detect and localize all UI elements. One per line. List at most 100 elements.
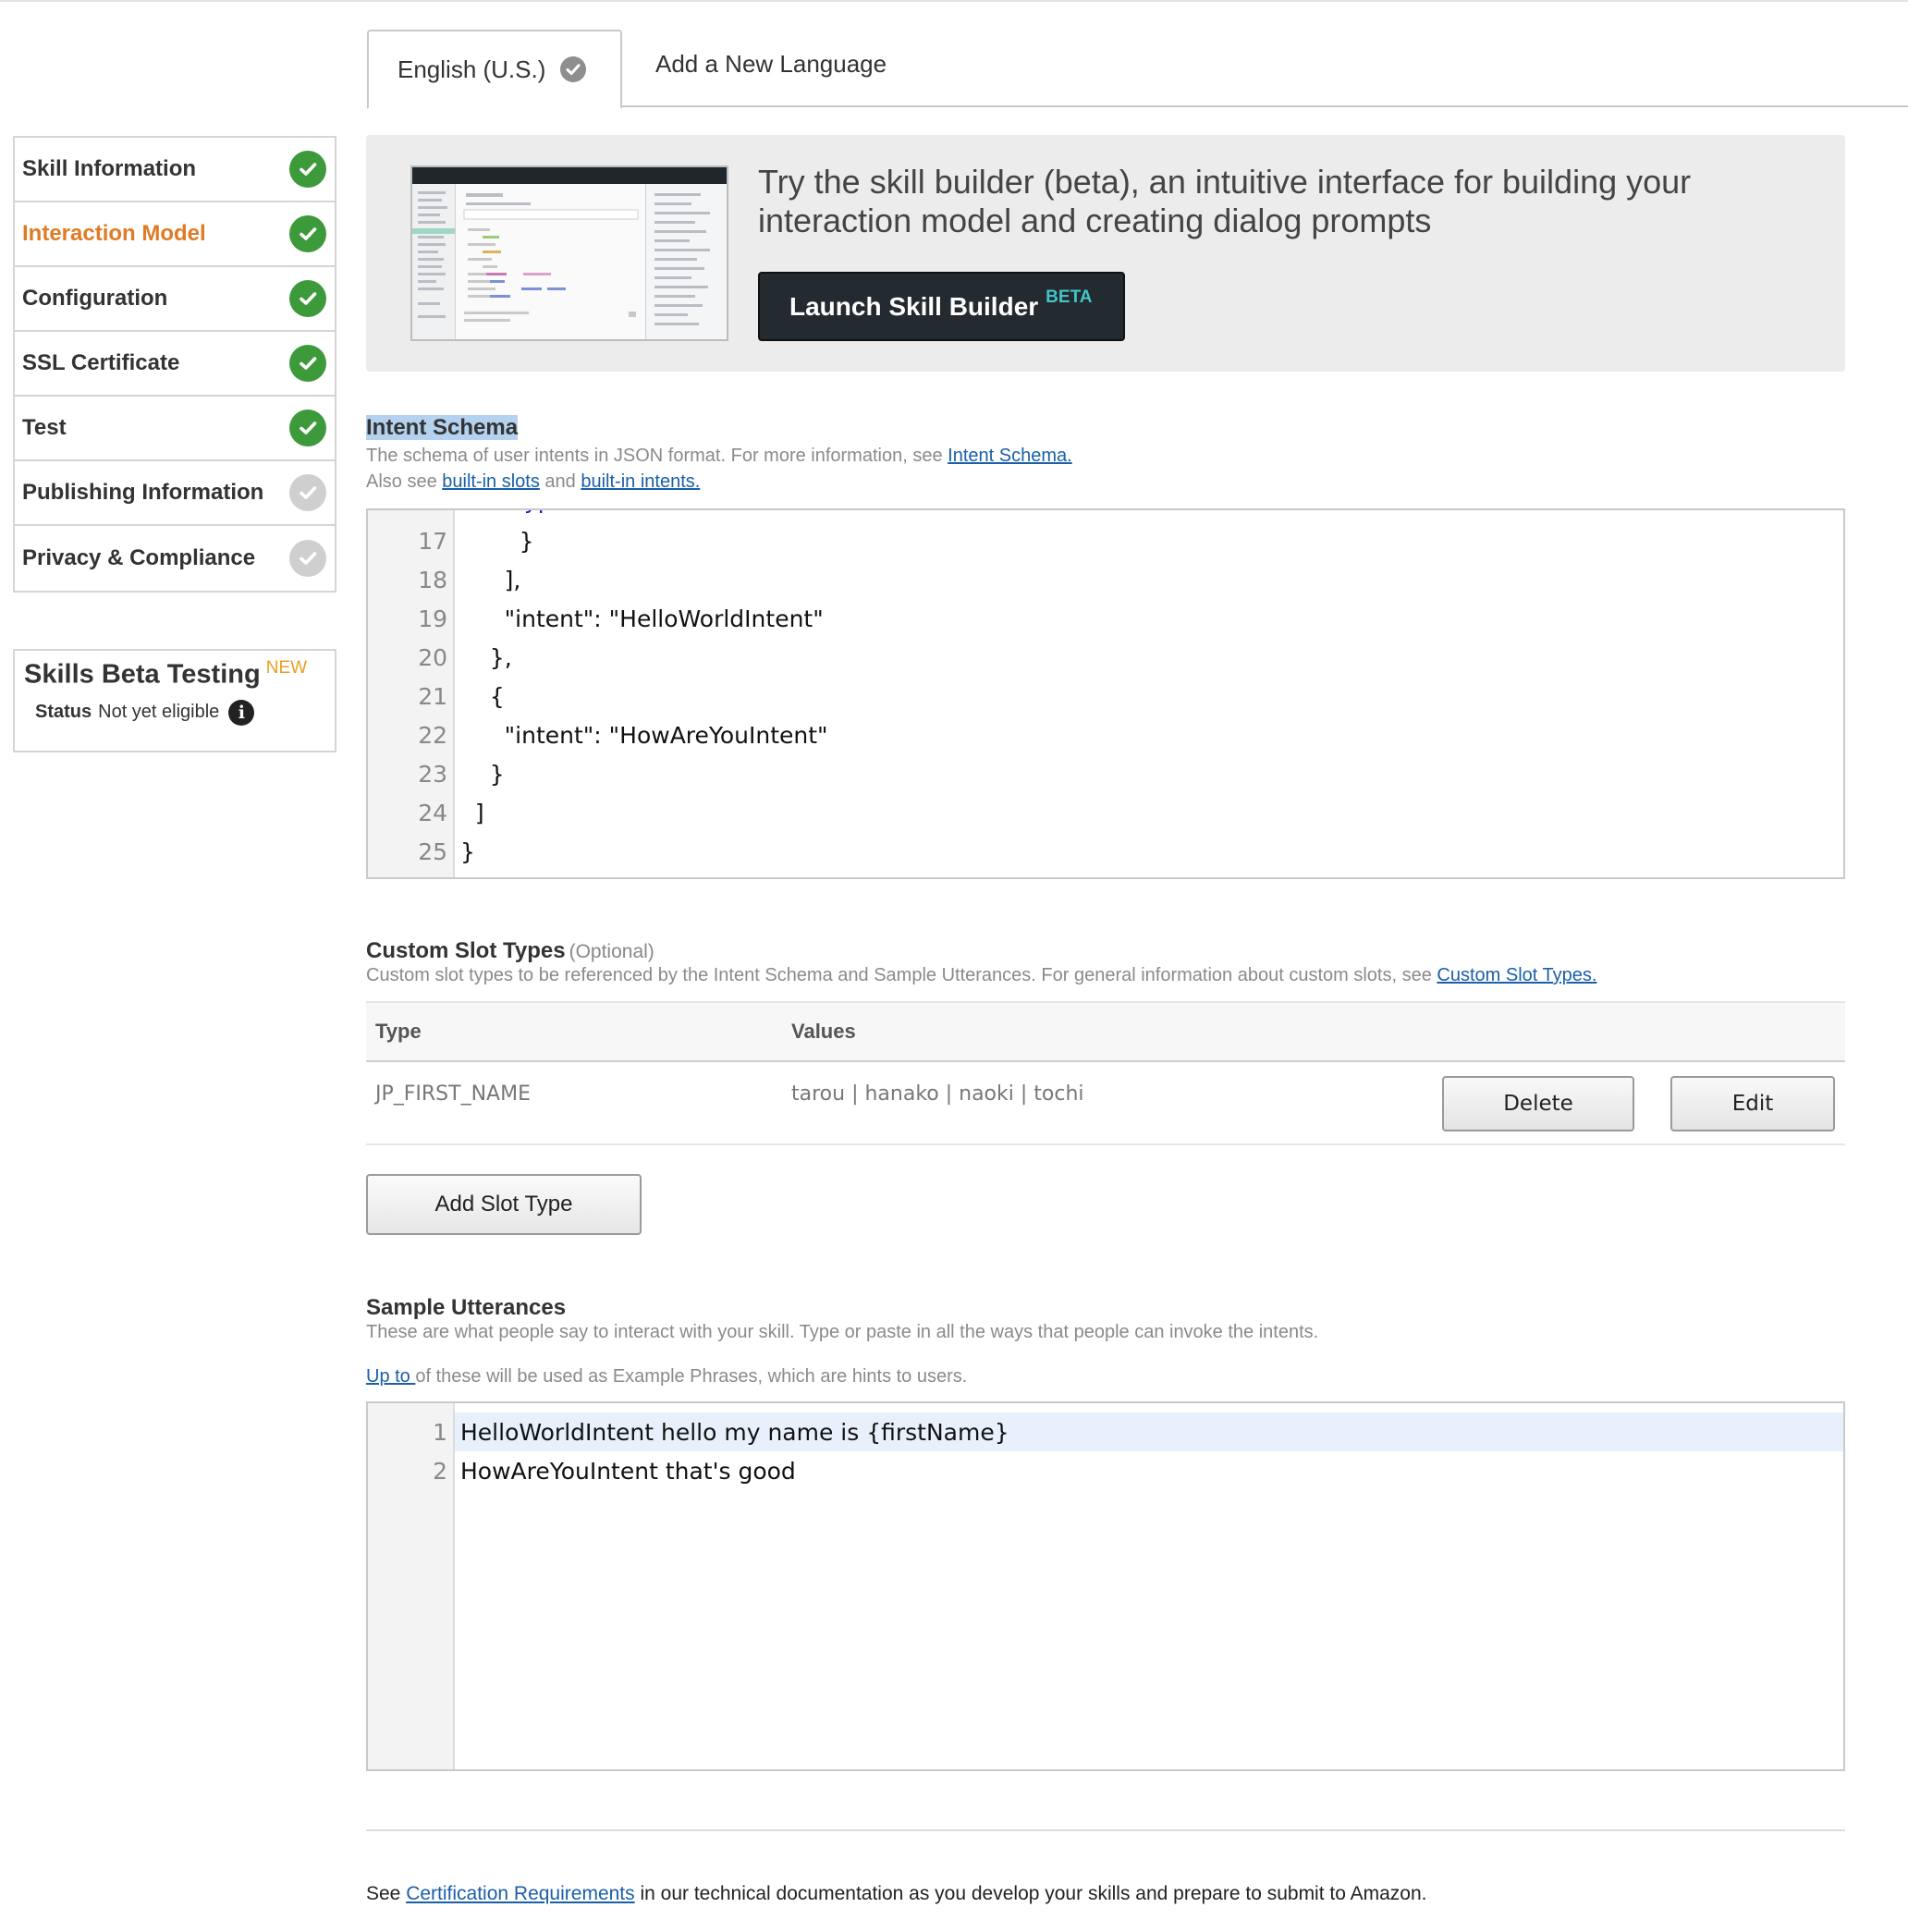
footer-note: See Certification Requirements in our te… — [366, 1883, 1426, 1905]
up-to-link[interactable]: Up to — [366, 1366, 415, 1387]
sidebar-item-interaction-model[interactable]: Interaction Model — [15, 202, 335, 267]
code-line: 1 HelloWorldIntent hello my name is {fir… — [368, 1412, 1843, 1451]
code-line-partial: "type" — [368, 510, 1843, 520]
table-header: Type Values — [366, 1001, 1845, 1062]
code-line: 17 } — [368, 521, 1843, 560]
sidebar-item-label: Skill Information — [22, 156, 197, 181]
sidebar-nav: Skill Information Interaction Model Conf… — [13, 136, 336, 593]
intent-schema-desc-3: and — [539, 471, 581, 492]
delete-button[interactable]: Delete — [1442, 1076, 1634, 1131]
beta-status-value: Not yet eligible — [98, 702, 220, 723]
custom-slot-types-description: Custom slot types to be referenced by th… — [366, 962, 1596, 988]
sidebar-item-test[interactable]: Test — [15, 397, 335, 461]
sidebar-item-label: Configuration — [22, 286, 168, 311]
check-circle-icon — [289, 410, 326, 446]
code-line: 25 } — [368, 832, 1843, 871]
beta-testing-title-text: Skills Beta Testing — [24, 659, 261, 690]
optional-label: (Optional) — [569, 941, 654, 962]
sidebar-item-label: Privacy & Compliance — [22, 545, 256, 570]
footer-divider — [366, 1829, 1845, 1831]
launch-skill-builder-button[interactable]: Launch Skill Builder BETA — [758, 272, 1125, 341]
beta-status-row: Status Not yet eligible i — [24, 699, 325, 726]
intent-schema-title: Intent Schema — [366, 415, 519, 441]
intent-schema-description: The schema of user intents in JSON forma… — [366, 443, 1072, 495]
code-text: HowAreYouIntent that's good — [460, 1457, 796, 1485]
tab-add-language[interactable]: Add a New Language — [655, 50, 887, 79]
code-text: "intent": "HelloWorldIntent" — [460, 605, 824, 632]
sidebar-item-publishing-information[interactable]: Publishing Information — [15, 461, 335, 526]
sidebar-item-label: Publishing Information — [22, 480, 264, 505]
beta-testing-panel: Skills Beta Testing NEW Status Not yet el… — [13, 649, 336, 752]
check-circle-icon — [560, 56, 587, 82]
code-text: } — [460, 527, 534, 555]
code-line: 23 } — [368, 754, 1843, 793]
built-in-intents-link[interactable]: built-in intents. — [581, 471, 700, 492]
check-circle-icon — [289, 474, 326, 511]
promo-text: Try the skill builder (beta), an intuiti… — [758, 163, 1692, 239]
custom-slot-types-desc: Custom slot types to be referenced by th… — [366, 965, 1437, 985]
sidebar-item-label: SSL Certificate — [22, 350, 180, 375]
check-circle-icon — [289, 215, 326, 252]
code-text: ], — [460, 566, 521, 593]
code-text: "type" — [460, 510, 578, 514]
language-tabs: English (U.S.) Add a New Language — [367, 30, 1908, 109]
line-number: 18 — [418, 566, 447, 593]
sidebar-item-privacy-compliance[interactable]: Privacy & Compliance — [15, 526, 335, 591]
footer-pre: See — [366, 1883, 407, 1904]
check-circle-icon — [289, 151, 326, 188]
tab-english-us[interactable]: English (U.S.) — [367, 30, 622, 109]
sample-utterances-title: Sample Utterances — [366, 1295, 567, 1320]
code-line: 18 ], — [368, 560, 1843, 599]
custom-slot-types-link[interactable]: Custom Slot Types. — [1437, 965, 1596, 985]
slot-type-name: JP_FIRST_NAME — [375, 1082, 531, 1106]
column-header-type: Type — [375, 1020, 422, 1043]
footer-post: in our technical documentation as you de… — [634, 1883, 1427, 1904]
beta-status-label: Status — [35, 702, 92, 723]
top-rule — [0, 0, 1908, 2]
code-text: "intent": "HowAreYouIntent" — [460, 721, 828, 749]
intent-schema-desc-1: The schema of user intents in JSON forma… — [366, 446, 948, 466]
sample-utterances-description: These are what people say to interact wi… — [366, 1322, 1319, 1342]
sidebar-item-label: Interaction Model — [22, 221, 206, 246]
skill-builder-promo: Try the skill builder (beta), an intuiti… — [366, 135, 1845, 372]
line-number: 25 — [418, 838, 447, 865]
built-in-slots-link[interactable]: built-in slots — [442, 471, 540, 492]
skill-builder-preview-image — [410, 165, 728, 341]
tab-english-us-label: English (U.S.) — [398, 55, 546, 83]
intent-schema-link[interactable]: Intent Schema. — [948, 446, 1072, 466]
line-number: 19 — [418, 605, 447, 632]
sidebar-item-skill-information[interactable]: Skill Information — [15, 138, 335, 202]
line-number: 1 — [433, 1418, 447, 1446]
code-text: { — [460, 682, 505, 710]
line-number: 22 — [418, 721, 447, 749]
certification-requirements-link[interactable]: Certification Requirements — [406, 1883, 634, 1904]
beta-testing-title: Skills Beta Testing NEW — [24, 658, 325, 691]
sample-utterances-editor[interactable]: 1 HelloWorldIntent hello my name is {fir… — [366, 1401, 1845, 1771]
sidebar-item-label: Test — [22, 415, 67, 440]
intent-schema-desc-2: Also see — [366, 471, 443, 492]
column-header-values: Values — [791, 1020, 856, 1043]
row-divider — [366, 1143, 1845, 1145]
custom-slot-types-title-text: Custom Slot Types — [366, 938, 566, 963]
code-line: 20 }, — [368, 638, 1843, 677]
add-slot-type-button[interactable]: Add Slot Type — [366, 1174, 642, 1235]
slot-type-values: tarou | hanako | naoki | tochi — [791, 1082, 1084, 1106]
sidebar-item-ssl-certificate[interactable]: SSL Certificate — [15, 332, 335, 397]
code-text: ] — [460, 799, 484, 826]
code-line: 2 HowAreYouIntent that's good — [368, 1451, 1843, 1490]
table-row: JP_FIRST_NAME tarou | hanako | naoki | t… — [366, 1062, 1845, 1145]
intent-schema-editor[interactable]: "type" 17 } 18 ], 19 "intent": "HelloWor… — [366, 508, 1845, 879]
sidebar-item-configuration[interactable]: Configuration — [15, 267, 335, 332]
new-badge: NEW — [265, 658, 308, 678]
check-circle-icon — [289, 280, 326, 317]
check-circle-icon — [289, 345, 326, 382]
launch-skill-builder-label: Launch Skill Builder — [789, 291, 1039, 321]
check-circle-icon — [289, 540, 326, 577]
code-line: 24 ] — [368, 793, 1843, 832]
code-text: HelloWorldIntent hello my name is {first… — [460, 1418, 1009, 1446]
code-line: 19 "intent": "HelloWorldIntent" — [368, 599, 1843, 638]
code-text: } — [460, 838, 475, 865]
code-line: 21 { — [368, 677, 1843, 715]
edit-button[interactable]: Edit — [1670, 1076, 1835, 1131]
info-icon[interactable]: i — [228, 699, 255, 726]
